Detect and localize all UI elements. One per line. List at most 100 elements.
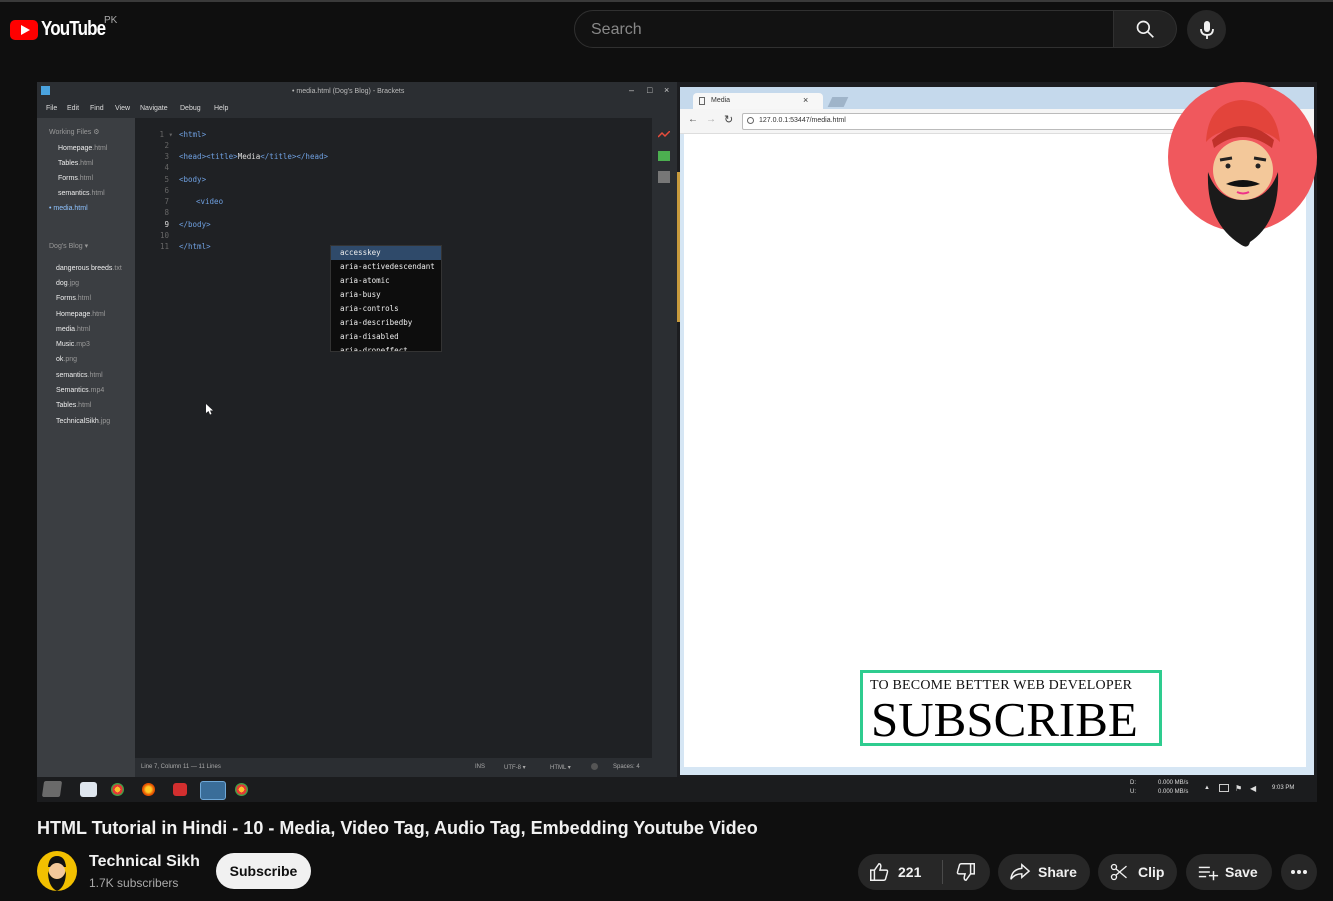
network-icon xyxy=(1219,784,1229,792)
autocomplete-item: accesskey xyxy=(331,246,441,260)
windows-start-icon xyxy=(41,781,63,797)
indent-spaces: Spaces: 4 xyxy=(613,764,640,770)
autocomplete-popup: accesskey aria-activedescendant aria-ato… xyxy=(330,245,442,352)
line-number: 8 xyxy=(164,208,169,217)
subscribe-banner: TO BECOME BETTER WEB DEVELOPER SUBSCRIBE xyxy=(860,670,1162,747)
share-icon xyxy=(1010,863,1031,880)
like-dislike-group: 221 xyxy=(858,854,990,890)
code-line: <head><title>Media</title></head> xyxy=(179,152,329,161)
line-number: 3 xyxy=(164,152,169,161)
new-tab-icon xyxy=(827,97,849,107)
menu-navigate: Navigate xyxy=(140,105,168,112)
page-icon xyxy=(699,97,705,105)
project-file: semantics.html xyxy=(56,372,103,379)
menu-edit: Edit xyxy=(67,105,80,112)
menu-find: Find xyxy=(90,105,104,112)
editor-sidebar: Working Files ⚙ Homepage.html Tables.htm… xyxy=(37,118,135,777)
volume-icon: ◀ xyxy=(1250,784,1257,793)
line-number: 2 xyxy=(164,141,169,150)
thumbs-up-icon xyxy=(870,863,889,881)
autocomplete-item: aria-activedescendant xyxy=(340,262,435,271)
forward-icon: → xyxy=(706,114,716,125)
project-file: TechnicalSikh.jpg xyxy=(56,418,111,425)
search-icon xyxy=(1136,20,1154,38)
clock: 9:03 PM xyxy=(1272,785,1295,791)
like-count: 221 xyxy=(898,864,922,880)
line-number: 1 ▾ xyxy=(159,130,173,139)
close-icon: × xyxy=(664,85,670,95)
autocomplete-item: aria-controls xyxy=(340,304,399,313)
net-upload-speed: 0.000 MB/s xyxy=(1158,789,1189,795)
windows-taskbar: D: U: 0.000 MB/s 0.000 MB/s ▲ ⚑ ◀ 9:03 P… xyxy=(37,777,1317,802)
share-label: Share xyxy=(1038,864,1077,880)
code-line: </body> xyxy=(179,220,211,229)
autocomplete-item: aria-atomic xyxy=(340,276,390,285)
sikh-man-cartoon-icon xyxy=(1206,100,1280,247)
working-files-header: Working Files ⚙ xyxy=(49,129,100,136)
channel-avatar-overlay xyxy=(1168,82,1317,247)
flag-icon: ⚑ xyxy=(1235,784,1243,793)
code-line: <html> xyxy=(179,130,207,139)
dislike-button[interactable] xyxy=(943,861,990,883)
project-header: Dog's Blog ▾ xyxy=(49,243,89,250)
file-explorer-icon xyxy=(80,782,97,797)
line-number: 11 xyxy=(159,242,169,251)
youtube-logo[interactable]: YouTube xyxy=(10,18,117,41)
voice-search-button[interactable] xyxy=(1187,10,1226,49)
channel-avatar[interactable] xyxy=(37,851,77,891)
line-number: 10 xyxy=(159,231,169,240)
microphone-icon xyxy=(1199,20,1214,39)
working-file-active: • media.html xyxy=(49,205,88,212)
working-file: Homepage.html xyxy=(58,145,108,152)
linter-icon xyxy=(591,763,598,770)
save-button[interactable]: Save xyxy=(1186,854,1272,890)
line-number: 9 xyxy=(164,220,169,229)
menu-file: File xyxy=(46,105,58,112)
search-button[interactable] xyxy=(1114,10,1177,48)
brackets-app-icon xyxy=(41,86,50,95)
project-file: Music.mp3 xyxy=(56,341,90,348)
project-file: Semantics.mp4 xyxy=(56,387,105,394)
channel-logo-icon xyxy=(48,856,66,891)
search-input[interactable]: Search xyxy=(574,10,1114,48)
like-button[interactable]: 221 xyxy=(858,861,942,883)
working-file: Forms.html xyxy=(58,175,94,182)
project-file: Homepage.html xyxy=(56,311,106,318)
search-placeholder: Search xyxy=(591,21,642,38)
browser-tab-title: Media xyxy=(711,97,731,104)
line-number: 6 xyxy=(164,186,169,195)
project-file: media.html xyxy=(56,326,91,333)
chrome-icon xyxy=(235,783,248,796)
language-mode: HTML ▾ xyxy=(550,765,571,771)
playlist-add-icon xyxy=(1198,866,1219,881)
scissors-icon xyxy=(1110,863,1127,881)
encoding: UTF-8 ▾ xyxy=(504,765,526,771)
editor-statusbar: Line 7, Column 11 — 11 Lines INS UTF-8 ▾… xyxy=(135,758,652,777)
autocomplete-item: aria-disabled xyxy=(340,332,399,341)
firefox-icon xyxy=(142,783,155,796)
back-icon: ← xyxy=(688,114,698,125)
subscriber-count: 1.7K subscribers xyxy=(89,876,179,890)
code-line: </html> xyxy=(179,242,211,251)
project-file: Forms.html xyxy=(56,295,92,302)
extension-manager-icon xyxy=(658,151,670,161)
media-app-icon xyxy=(173,783,187,796)
video-title: HTML Tutorial in Hindi - 10 - Media, Vid… xyxy=(37,818,758,838)
youtube-logo-text: YouTube xyxy=(41,18,106,40)
info-icon xyxy=(747,117,754,124)
top-border xyxy=(0,0,1333,2)
more-actions-button[interactable] xyxy=(1281,854,1317,890)
close-tab-icon: × xyxy=(803,95,809,105)
code-line: <body> xyxy=(179,175,207,184)
subscribe-banner-text: SUBSCRIBE xyxy=(871,692,1138,747)
subscribe-button[interactable]: Subscribe xyxy=(216,853,311,889)
line-number: 5 xyxy=(164,175,169,184)
video-player[interactable]: • media.html (Dog's Blog) - Brackets – □… xyxy=(37,82,1317,802)
youtube-play-icon xyxy=(10,19,38,40)
project-file: ok.png xyxy=(56,356,78,363)
project-file: dangerous breeds.txt xyxy=(56,265,122,272)
channel-name[interactable]: Technical Sikh xyxy=(89,853,200,871)
autocomplete-item: aria-busy xyxy=(340,290,381,299)
share-button[interactable]: Share xyxy=(998,854,1090,890)
clip-button[interactable]: Clip xyxy=(1098,854,1177,890)
